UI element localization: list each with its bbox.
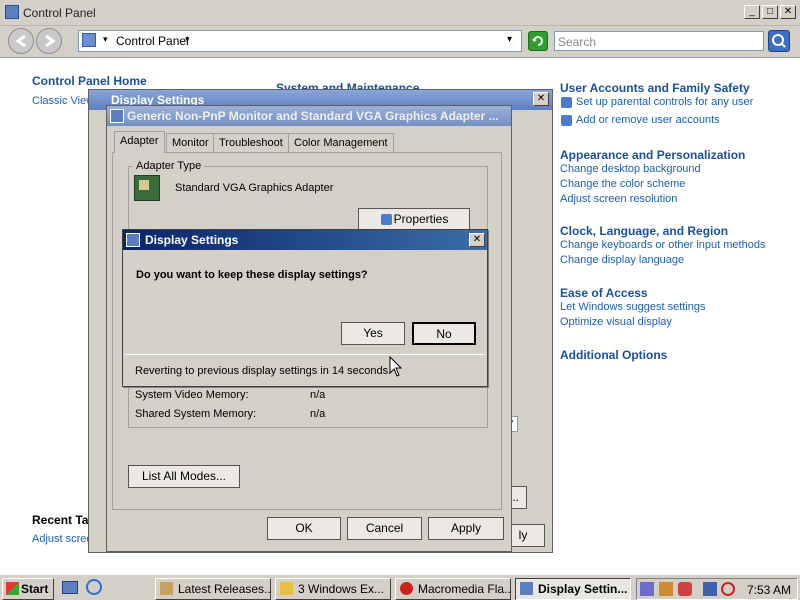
back-arrow-icon — [15, 34, 26, 48]
window-title: Control Panel — [23, 6, 96, 20]
apply-button[interactable]: Apply — [428, 517, 504, 540]
volume-muted-icon[interactable] — [721, 582, 735, 596]
color-scheme-link[interactable]: Change the color scheme — [560, 178, 685, 190]
optimize-visual-link[interactable]: Optimize visual display — [560, 316, 672, 328]
taskbar-button-label: Display Settin... — [538, 582, 628, 596]
desktop-background-link[interactable]: Change desktop background — [560, 163, 701, 175]
tab-monitor[interactable]: Monitor — [166, 133, 215, 153]
shield-icon — [561, 97, 572, 108]
tab-adapter[interactable]: Adapter — [114, 131, 165, 153]
maximize-button[interactable]: □ — [762, 5, 778, 19]
tray-icon[interactable] — [640, 582, 654, 596]
close-button[interactable]: ✕ — [780, 5, 796, 19]
refresh-icon[interactable] — [528, 31, 548, 51]
keyboards-link[interactable]: Change keyboards or other input methods — [560, 239, 765, 251]
add-remove-users-link[interactable]: Add or remove user accounts — [576, 114, 720, 126]
memory-label: System Video Memory: — [135, 389, 249, 401]
display-language-link[interactable]: Change display language — [560, 254, 684, 266]
appearance-heading[interactable]: Appearance and Personalization — [560, 148, 745, 162]
monitor-icon — [126, 233, 140, 247]
back-button[interactable] — [8, 28, 34, 54]
cursor-icon — [389, 356, 403, 377]
memory-value: n/a — [310, 408, 326, 420]
system-tray: 7:53 AM — [636, 578, 798, 600]
ok-button[interactable]: OK — [267, 517, 341, 540]
memory-label: Shared System Memory: — [135, 408, 257, 420]
start-label: Start — [21, 582, 49, 596]
recent-tasks-heading: Recent Tasks — [32, 513, 88, 527]
list-all-modes-button[interactable]: List All Modes... — [128, 465, 240, 488]
folder-icon — [280, 582, 293, 595]
browser-icon[interactable] — [86, 579, 102, 595]
properties-button-label: Properties — [393, 212, 449, 226]
user-accounts-heading[interactable]: User Accounts and Family Safety — [560, 81, 750, 95]
screen-resolution-link[interactable]: Adjust screen resolution — [560, 193, 677, 205]
confirm-question: Do you want to keep these display settin… — [136, 269, 368, 281]
search-input[interactable]: Search — [554, 31, 764, 51]
forward-button[interactable] — [36, 28, 62, 54]
classic-view-link[interactable]: Classic View — [32, 95, 94, 107]
recent-task-link[interactable]: Adjust screen resolution — [32, 533, 88, 545]
taskbar-button-label: Macromedia Fla... — [418, 582, 511, 596]
security-shield-icon[interactable] — [678, 582, 692, 596]
confirm-divider — [125, 354, 485, 355]
adapter-name: Standard VGA Graphics Adapter — [175, 182, 334, 194]
taskbar: Start Latest Releases... 3 Windows Ex...… — [0, 574, 800, 600]
adapter-properties-title: Generic Non-PnP Monitor and Standard VGA… — [127, 109, 499, 123]
address-bar[interactable]: ▾ Control Panel ▾ ▾ — [78, 30, 522, 52]
tab-troubleshoot[interactable]: Troubleshoot — [213, 133, 289, 153]
taskbar-button-label: Latest Releases... — [178, 582, 271, 596]
breadcrumb-control-panel[interactable]: Control Panel — [116, 34, 189, 48]
control-panel-icon — [5, 5, 19, 19]
control-panel-titlebar: Control Panel _ □ ✕ — [0, 0, 800, 26]
control-panel-small-icon — [82, 33, 96, 47]
shield-icon — [381, 214, 392, 225]
confirm-dialog: Display Settings ✕ Do you want to keep t… — [122, 229, 488, 387]
suggest-settings-link[interactable]: Let Windows suggest settings — [560, 301, 706, 313]
properties-button[interactable]: Properties — [358, 208, 470, 231]
minimize-button[interactable]: _ — [744, 5, 760, 19]
taskbar-button-label: 3 Windows Ex... — [298, 582, 385, 596]
search-icon[interactable] — [768, 30, 790, 52]
adapter-type-label: Adapter Type — [133, 160, 205, 172]
forward-arrow-icon — [45, 34, 56, 48]
tab-color-management[interactable]: Color Management — [288, 133, 394, 153]
monitor-icon — [520, 582, 533, 595]
flash-icon — [400, 582, 413, 595]
clock-language-heading[interactable]: Clock, Language, and Region — [560, 224, 728, 238]
show-desktop-icon[interactable] — [62, 581, 78, 594]
confirm-title: Display Settings — [145, 233, 239, 247]
memory-value: n/a — [310, 389, 326, 401]
taskbar-button-active[interactable]: Display Settin... — [515, 578, 631, 600]
monitor-icon — [110, 109, 124, 123]
folder-icon — [160, 582, 173, 595]
additional-options-heading[interactable]: Additional Options — [560, 348, 667, 362]
address-dropdown-icon[interactable]: ▾ — [507, 34, 512, 45]
confirm-close-button[interactable]: ✕ — [469, 233, 485, 247]
windows-logo-icon — [6, 582, 19, 595]
display-settings-close-button[interactable]: ✕ — [533, 92, 549, 106]
taskbar-button[interactable]: Macromedia Fla... — [395, 578, 511, 600]
breadcrumb-arrow-icon[interactable]: ▾ — [103, 34, 108, 45]
taskbar-button[interactable]: Latest Releases... — [155, 578, 271, 600]
shield-icon — [561, 115, 572, 126]
start-button[interactable]: Start — [2, 578, 54, 600]
network-icon[interactable] — [703, 582, 717, 596]
adapter-properties-titlebar: Generic Non-PnP Monitor and Standard VGA… — [107, 106, 511, 126]
taskbar-button[interactable]: 3 Windows Ex... — [275, 578, 391, 600]
cancel-button[interactable]: Cancel — [347, 517, 422, 540]
memory-group — [128, 380, 488, 428]
parental-controls-link[interactable]: Set up parental controls for any user — [576, 96, 753, 108]
control-panel-home-link[interactable]: Control Panel Home — [32, 74, 147, 88]
confirm-titlebar: Display Settings — [123, 230, 487, 250]
confirm-status: Reverting to previous display settings i… — [135, 365, 392, 377]
clock[interactable]: 7:53 AM — [747, 583, 791, 597]
ease-of-access-heading[interactable]: Ease of Access — [560, 286, 648, 300]
tray-icon[interactable] — [659, 582, 673, 596]
yes-button[interactable]: Yes — [341, 322, 405, 345]
no-button[interactable]: No — [412, 322, 476, 345]
breadcrumb-chevron-icon[interactable]: ▾ — [185, 34, 190, 45]
graphics-card-icon — [134, 175, 160, 201]
